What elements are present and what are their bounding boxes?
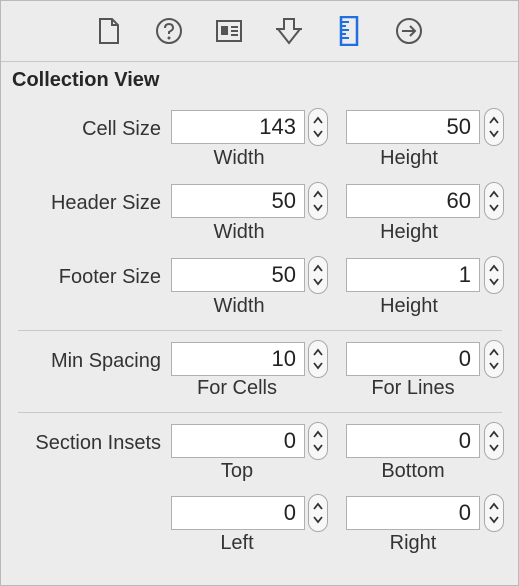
header-width-caption: Width [213, 221, 265, 243]
inset-top-caption: Top [220, 460, 254, 482]
cell-size-label: Cell Size [82, 118, 161, 140]
inset-bottom-stepper[interactable] [484, 422, 504, 460]
spacing-cells-field[interactable]: 10 [171, 342, 305, 376]
inset-bottom-field[interactable]: 0 [346, 424, 480, 458]
cell-height-stepper[interactable] [484, 108, 504, 146]
cell-height-field[interactable]: 50 [346, 110, 480, 144]
identity-inspector-icon[interactable] [213, 15, 245, 47]
inset-right-field[interactable]: 0 [346, 496, 480, 530]
cell-width-caption: Width [213, 147, 265, 169]
header-size-label: Header Size [50, 192, 161, 214]
min-spacing-label: Min Spacing [50, 350, 161, 372]
cell-width-field[interactable]: 143 [171, 110, 305, 144]
footer-width-stepper[interactable] [308, 256, 328, 294]
size-inspector-icon[interactable] [333, 15, 365, 47]
inset-left-field[interactable]: 0 [171, 496, 305, 530]
spacing-cells-caption: For Cells [196, 377, 277, 399]
inset-bottom-caption: Bottom [381, 460, 445, 482]
size-inspector-panel: Collection View Cell Size 143 50 Width H… [0, 0, 519, 586]
attributes-inspector-icon[interactable] [273, 15, 305, 47]
inset-left-caption: Left [220, 532, 254, 554]
cell-height-caption: Height [380, 147, 438, 169]
divider [18, 412, 502, 413]
footer-height-stepper[interactable] [484, 256, 504, 294]
section-insets-label: Section Insets [35, 432, 161, 454]
footer-height-caption: Height [380, 295, 438, 317]
inset-left-stepper[interactable] [308, 494, 328, 532]
header-height-stepper[interactable] [484, 182, 504, 220]
inspector-toolbar [1, 1, 518, 62]
spacing-lines-stepper[interactable] [484, 340, 504, 378]
footer-width-field[interactable]: 50 [171, 258, 305, 292]
header-height-field[interactable]: 60 [346, 184, 480, 218]
quick-help-icon[interactable] [153, 15, 185, 47]
footer-size-label: Footer Size [58, 266, 161, 288]
footer-width-caption: Width [213, 295, 265, 317]
inset-top-stepper[interactable] [308, 422, 328, 460]
header-height-caption: Height [380, 221, 438, 243]
header-width-field[interactable]: 50 [171, 184, 305, 218]
footer-height-field[interactable]: 1 [346, 258, 480, 292]
section-title: Collection View [12, 69, 160, 91]
header-width-stepper[interactable] [308, 182, 328, 220]
file-inspector-icon[interactable] [93, 15, 125, 47]
cell-width-stepper[interactable] [308, 108, 328, 146]
connections-inspector-icon[interactable] [393, 15, 425, 47]
inset-top-field[interactable]: 0 [171, 424, 305, 458]
spacing-lines-field[interactable]: 0 [346, 342, 480, 376]
inset-right-caption: Right [389, 532, 437, 554]
inset-right-stepper[interactable] [484, 494, 504, 532]
divider [18, 330, 502, 331]
spacing-lines-caption: For Lines [371, 377, 455, 399]
spacing-cells-stepper[interactable] [308, 340, 328, 378]
